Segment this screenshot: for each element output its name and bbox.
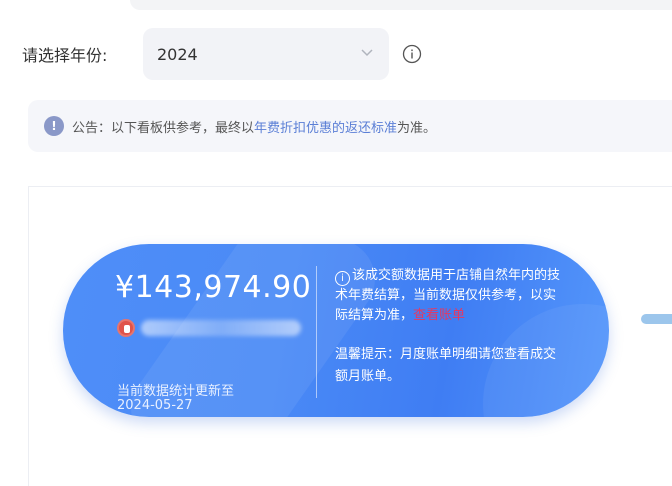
year-label: 请选择年份:: [22, 46, 108, 65]
exclamation-icon: !: [44, 116, 64, 136]
shop-name-redacted: [141, 320, 301, 336]
info-icon: i: [335, 271, 350, 286]
summary-card: ¥143,974.90 当前数据统计更新至 2024-05-27 i 该成交额数据…: [63, 244, 609, 417]
view-bill-link[interactable]: 查看账单: [413, 308, 465, 323]
total-amount: ¥143,974.90: [115, 270, 312, 305]
shop-logo: [117, 319, 135, 337]
year-select-value: 2024: [157, 44, 198, 64]
info-icon[interactable]: [402, 44, 422, 64]
notice-link[interactable]: 年费折扣优惠的返还标准: [254, 121, 397, 136]
update-date: 2024-05-27: [117, 398, 193, 413]
carousel-indicator[interactable]: [641, 314, 672, 324]
top-bar-remnant: [130, 0, 672, 10]
notice-banner: ! 公告：以下看板供参考，最终以年费折扣优惠的返还标准为准。: [28, 100, 672, 152]
year-select[interactable]: 2024: [143, 28, 389, 80]
notice-prefix: 公告：以下看板供参考，最终以: [72, 120, 255, 136]
notice-suffix: 为准。: [397, 120, 437, 136]
amount-description: i 该成交额数据用于店铺自然年内的技术年费结算，当前数据仅供参考，以实际结算为准，…: [335, 266, 565, 326]
notice-text: 公告：以下看板供参考，最终以年费折扣优惠的返还标准为准。: [72, 117, 436, 136]
card-divider: [316, 266, 317, 398]
tip-text: 温馨提示：月度账单明细请您查看成交额月账单。: [335, 347, 557, 384]
update-label: 当前数据统计更新至: [117, 384, 235, 399]
chevron-down-icon: [361, 49, 373, 57]
year-filter: 请选择年份: 2024: [22, 28, 422, 80]
shop-info: [117, 319, 301, 337]
